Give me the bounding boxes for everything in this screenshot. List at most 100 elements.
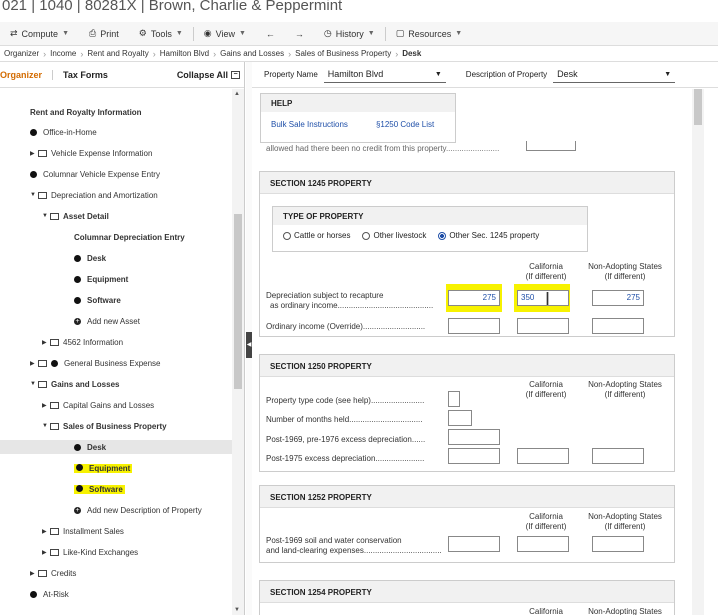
bulk-sale-link[interactable]: Bulk Sale Instructions xyxy=(271,120,348,129)
tree-item[interactable]: ▶ Vehicle Expense Information xyxy=(30,146,152,160)
tree-scrollbar[interactable]: ▲ ▼ xyxy=(232,89,244,615)
partial-input[interactable] xyxy=(526,141,576,151)
chevron-right-icon: ▶ xyxy=(42,339,47,346)
tree-item[interactable]: ▼ Asset Detail xyxy=(42,209,109,223)
form-content: HELP Bulk Sale Instructions §1250 Code L… xyxy=(252,89,692,615)
breadcrumb-organizer[interactable]: Organizer xyxy=(0,49,43,58)
folder-icon xyxy=(38,359,47,367)
resources-button[interactable]: ▢ Resources ▼ xyxy=(386,22,472,46)
tree-item[interactable]: Equipment xyxy=(74,461,133,475)
section-1252-title: SECTION 1252 PROPERTY xyxy=(260,486,674,508)
breadcrumb-gains-losses[interactable]: Gains and Losses xyxy=(216,49,288,58)
tree-item[interactable]: Rent and Royalty Information xyxy=(30,105,142,119)
chevron-down-icon: ▼ xyxy=(62,30,70,37)
tree-item[interactable]: ▼ Sales of Business Property xyxy=(42,419,167,433)
recapture-california-input[interactable]: 350 xyxy=(517,290,569,306)
tree-item[interactable]: ▼ Gains and Losses xyxy=(30,377,119,391)
radio-cattle[interactable]: Cattle or horses xyxy=(283,231,350,240)
collapse-all-button[interactable]: Collapse All − xyxy=(177,70,244,80)
tree-item[interactable]: Equipment xyxy=(74,272,128,286)
tree-item[interactable]: Desk xyxy=(74,251,106,265)
breadcrumb-sales[interactable]: Sales of Business Property xyxy=(291,49,395,58)
tree-item[interactable]: ▶ General Business Expense xyxy=(30,356,161,370)
soil-california-input[interactable] xyxy=(517,536,569,552)
code-list-link[interactable]: §1250 Code List xyxy=(376,120,434,129)
tree-item[interactable]: Columnar Depreciation Entry xyxy=(74,230,185,244)
property-name-select[interactable]: Hamilton Blvd ▼ xyxy=(323,67,446,83)
description-value: Desk xyxy=(557,69,578,79)
bullet-icon xyxy=(30,590,37,598)
property-type-code-input[interactable] xyxy=(448,391,460,407)
tree-item[interactable]: Columnar Vehicle Expense Entry xyxy=(30,167,160,181)
back-button[interactable]: ← xyxy=(256,22,285,46)
ordinary-federal-input[interactable] xyxy=(448,318,500,334)
soil-federal-input[interactable] xyxy=(448,536,500,552)
soil-nonadopting-input[interactable] xyxy=(592,536,644,552)
help-popup: HELP Bulk Sale Instructions §1250 Code L… xyxy=(260,93,456,143)
compute-button[interactable]: ⇄ Compute ▼ xyxy=(0,22,79,46)
col-label: (If different) xyxy=(525,390,567,399)
tree-item[interactable]: ▶ Credits xyxy=(30,566,76,580)
forward-button[interactable]: → xyxy=(285,22,314,46)
post1975-nonadopting-input[interactable] xyxy=(592,448,644,464)
section-1254: SECTION 1254 PROPERTY California Non-Ado… xyxy=(259,580,675,615)
tree-item-label: Columnar Vehicle Expense Entry xyxy=(43,169,160,179)
tools-label: Tools xyxy=(150,28,172,39)
breadcrumb-income[interactable]: Income xyxy=(46,49,80,58)
chevron-down-icon: ▼ xyxy=(367,30,375,37)
recapture-federal-input[interactable]: 275 xyxy=(448,290,500,306)
breadcrumb-rent-royalty[interactable]: Rent and Royalty xyxy=(83,49,152,58)
tree-item[interactable]: ▶ 4562 Information xyxy=(42,335,123,349)
tree-item[interactable]: ▶ Like-Kind Exchanges xyxy=(42,545,138,559)
recapture-nonadopting-input[interactable]: 275 xyxy=(592,290,644,306)
scrollbar-thumb[interactable] xyxy=(234,214,242,389)
months-held-input[interactable] xyxy=(448,410,472,426)
tree-item[interactable]: ▶ Installment Sales xyxy=(42,524,124,538)
bullet-icon xyxy=(74,275,81,283)
ordinary-nonadopting-input[interactable] xyxy=(592,318,644,334)
tree-item[interactable]: Office-in-Home xyxy=(30,125,97,139)
chevron-down-icon: ▼ xyxy=(30,381,36,387)
help-title: HELP xyxy=(261,94,455,112)
row-post1975: Post-1975 excess depreciation...........… xyxy=(266,454,425,463)
breadcrumb-hamilton[interactable]: Hamilton Blvd xyxy=(156,49,213,58)
tree-item[interactable]: ▶ Capital Gains and Losses xyxy=(42,398,154,412)
tree-item-label: Asset Detail xyxy=(63,211,109,221)
pre1976-federal-input[interactable] xyxy=(448,429,500,445)
description-select[interactable]: Desk ▼ xyxy=(553,67,676,83)
post1975-federal-input[interactable] xyxy=(448,448,500,464)
tab-tax-forms[interactable]: Tax Forms xyxy=(53,70,118,80)
tools-button[interactable]: ⚙ Tools ▼ xyxy=(129,22,193,46)
tree-item-label: Like-Kind Exchanges xyxy=(63,547,139,557)
tree-item[interactable]: ▼ Depreciation and Amortization xyxy=(30,188,158,202)
scroll-up-icon[interactable]: ▲ xyxy=(234,91,240,97)
view-button[interactable]: ◉ View ▼ xyxy=(194,22,256,46)
tree-item-selected[interactable]: Desk xyxy=(0,440,232,454)
scroll-down-icon[interactable]: ▼ xyxy=(234,607,240,613)
col-label: (If different) xyxy=(604,272,646,281)
type-of-property-box: TYPE OF PROPERTY Cattle or horses Other … xyxy=(272,206,588,252)
tree-item[interactable]: Software xyxy=(74,293,121,307)
post1975-california-input[interactable] xyxy=(517,448,569,464)
tree-item[interactable]: + Add new Description of Property xyxy=(74,503,202,517)
tab-organizer[interactable]: Organizer xyxy=(0,69,54,80)
history-button[interactable]: ◷ History ▼ xyxy=(314,22,385,46)
radio-livestock[interactable]: Other livestock xyxy=(362,231,426,240)
bullet-icon xyxy=(74,296,81,304)
tree-item[interactable]: At-Risk xyxy=(30,587,69,601)
tree-item-label: Capital Gains and Losses xyxy=(63,400,155,410)
scrollbar-thumb[interactable] xyxy=(694,89,702,125)
row-property-type-code: Property type code (see help)...........… xyxy=(266,396,425,405)
radio-other-1245[interactable]: Other Sec. 1245 property xyxy=(438,231,539,240)
bullet-icon xyxy=(74,443,81,451)
ordinary-california-input[interactable] xyxy=(517,318,569,334)
tree-item[interactable]: + Add new Asset xyxy=(74,314,140,328)
tree-item[interactable]: Software xyxy=(74,482,125,496)
clock-icon: ◷ xyxy=(323,28,332,38)
left-tabs: Organizer Tax Forms Collapse All − xyxy=(0,62,244,88)
print-button[interactable]: ⎙ Print xyxy=(79,22,129,46)
eye-icon: ◉ xyxy=(203,28,212,38)
form-scrollbar[interactable] xyxy=(692,89,704,615)
row-soil-water-2: and land-clearing expenses..............… xyxy=(266,546,442,555)
property-name-label: Property Name xyxy=(264,70,318,79)
